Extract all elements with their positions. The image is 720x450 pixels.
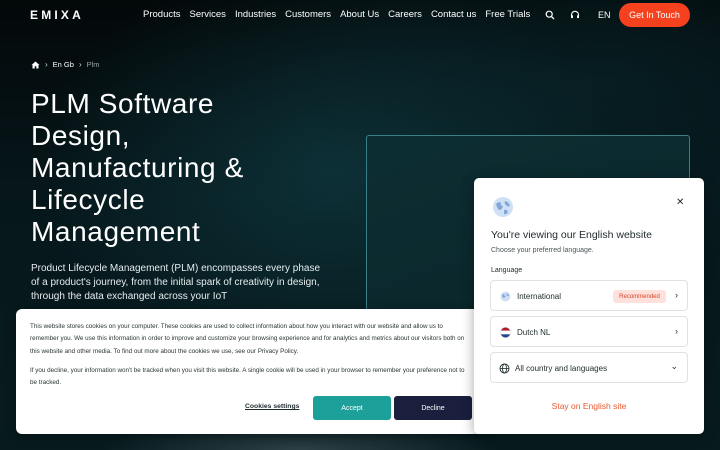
cookie-text: This website stores cookies on your comp… [30, 323, 465, 355]
main-menu: Products Services Industries Customers A… [143, 9, 530, 20]
menu-item-about-us[interactable]: About Us [340, 9, 379, 20]
menu-item-products[interactable]: Products [143, 9, 181, 20]
headset-icon[interactable] [570, 10, 580, 20]
stay-on-english-link[interactable]: Stay on English site [474, 401, 704, 411]
language-switch[interactable]: EN [598, 10, 611, 20]
title-line: Design, [31, 120, 131, 151]
language-modal: ✕ You're viewing our English website Cho… [474, 178, 704, 434]
hero-description: Product Lifecycle Management (PLM) encom… [31, 263, 321, 302]
menu-item-contact-us[interactable]: Contact us [431, 9, 476, 20]
chevron-right-icon: › [78, 60, 82, 69]
top-navigation: EMIXA Products Services Industries Custo… [0, 0, 720, 30]
language-label: Language [491, 267, 523, 274]
menu-item-careers[interactable]: Careers [388, 9, 422, 20]
title-line: PLM Software [31, 88, 215, 119]
globe-icon [500, 291, 511, 302]
option-label: All country and languages [515, 364, 608, 373]
chevron-down-icon: ⌄ [670, 361, 678, 371]
option-label: International [517, 292, 562, 301]
title-line: Management [31, 216, 201, 247]
breadcrumb-item-en-gb[interactable]: En Gb [53, 60, 74, 69]
language-option-all-countries[interactable]: All country and languages ⌄ [490, 352, 688, 383]
menu-item-industries[interactable]: Industries [235, 9, 276, 20]
breadcrumb-item-plm: Plm [86, 60, 100, 69]
globe-icon [493, 197, 513, 217]
option-label: Dutch NL [517, 328, 551, 337]
chevron-right-icon: › [675, 326, 678, 336]
menu-item-services[interactable]: Services [190, 9, 226, 20]
page-title: PLM Software Design, Manufacturing & Lif… [31, 88, 331, 248]
close-icon[interactable]: ✕ [676, 197, 684, 208]
cookies-settings-link[interactable]: Cookies settings [245, 403, 299, 410]
get-in-touch-button[interactable]: Get In Touch [619, 3, 690, 27]
menu-item-free-trials[interactable]: Free Trials [485, 9, 530, 20]
recommended-badge: Recommended [613, 290, 666, 303]
search-icon[interactable] [545, 10, 555, 20]
modal-title: You're viewing our English website [491, 229, 652, 241]
modal-subtitle: Choose your preferred language. [491, 247, 594, 254]
cookie-banner: This website stores cookies on your comp… [16, 309, 485, 434]
language-option-international[interactable]: International Recommended › [490, 280, 688, 311]
breadcrumb: › En Gb › Plm [31, 60, 100, 69]
decline-button[interactable]: Decline [394, 396, 472, 420]
chevron-right-icon: › [675, 290, 678, 300]
home-icon[interactable] [31, 61, 40, 69]
cookie-text-decline-info: If you decline, your information won't b… [30, 367, 465, 387]
title-line: Manufacturing & [31, 152, 244, 183]
accept-button[interactable]: Accept [313, 396, 391, 420]
title-line: Lifecycle [31, 184, 146, 215]
netherlands-flag-icon [500, 327, 511, 338]
language-option-dutch-nl[interactable]: Dutch NL › [490, 316, 688, 347]
world-icon [499, 363, 510, 374]
emixa-logo[interactable]: EMIXA [30, 8, 84, 22]
menu-item-customers[interactable]: Customers [285, 9, 331, 20]
chevron-right-icon: › [45, 60, 48, 69]
